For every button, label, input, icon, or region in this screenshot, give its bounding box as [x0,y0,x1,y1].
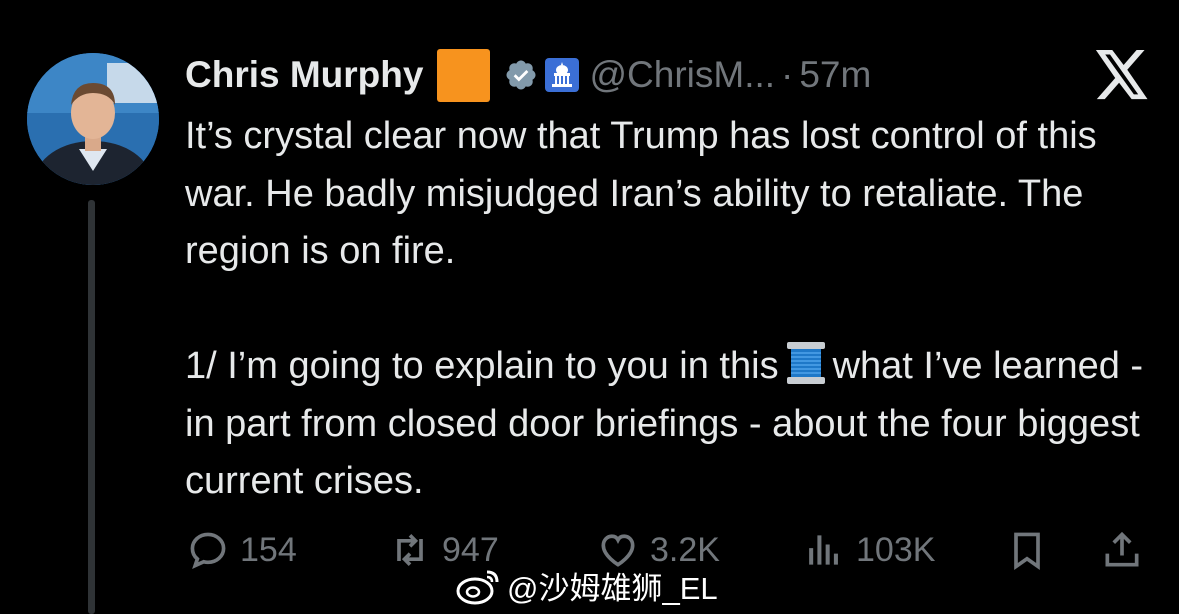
views-count: 103K [856,530,936,569]
verified-badge-icon[interactable] [504,58,538,92]
weibo-logo-icon [456,570,499,604]
tweet-paragraph-2: 1/ I’m going to explain to you in this w… [185,338,1160,511]
repost-icon [397,534,423,566]
spool-of-thread-icon [786,342,825,384]
reply-button[interactable]: 154 [186,528,297,572]
x-logo-icon [1095,50,1148,100]
weibo-watermark: @沙姆雄狮_EL [455,563,718,608]
share-icon [1105,531,1139,567]
author-name[interactable]: Chris Murphy [185,54,423,96]
post-timestamp[interactable]: 57m [799,54,871,96]
header-separator: · [781,54,794,95]
capitol-building-icon[interactable] [545,58,580,92]
views-chart-icon [809,535,838,565]
reply-count: 154 [240,530,297,569]
views-button[interactable]: 103K [802,528,935,572]
tweet-header: Chris Murphy @ChrisM... · 57m [185,48,871,102]
tweet-text: It’s crystal clear now that Trump has lo… [185,108,1160,511]
tweet-paragraph-2-start: 1/ I’m going to explain to you in this [185,345,779,387]
orange-square-emoji-icon [437,48,491,102]
bookmark-button[interactable] [1005,528,1049,572]
watermark-text: @沙姆雄狮_EL [507,571,718,606]
author-avatar[interactable] [27,53,159,185]
bookmark-icon [1014,532,1040,571]
author-handle[interactable]: @ChrisM... [589,54,775,96]
share-button[interactable] [1100,528,1144,572]
author-photo [27,53,159,185]
tweet-paragraph-1: It’s crystal clear now that Trump has lo… [185,115,1097,272]
reply-icon [190,532,226,569]
